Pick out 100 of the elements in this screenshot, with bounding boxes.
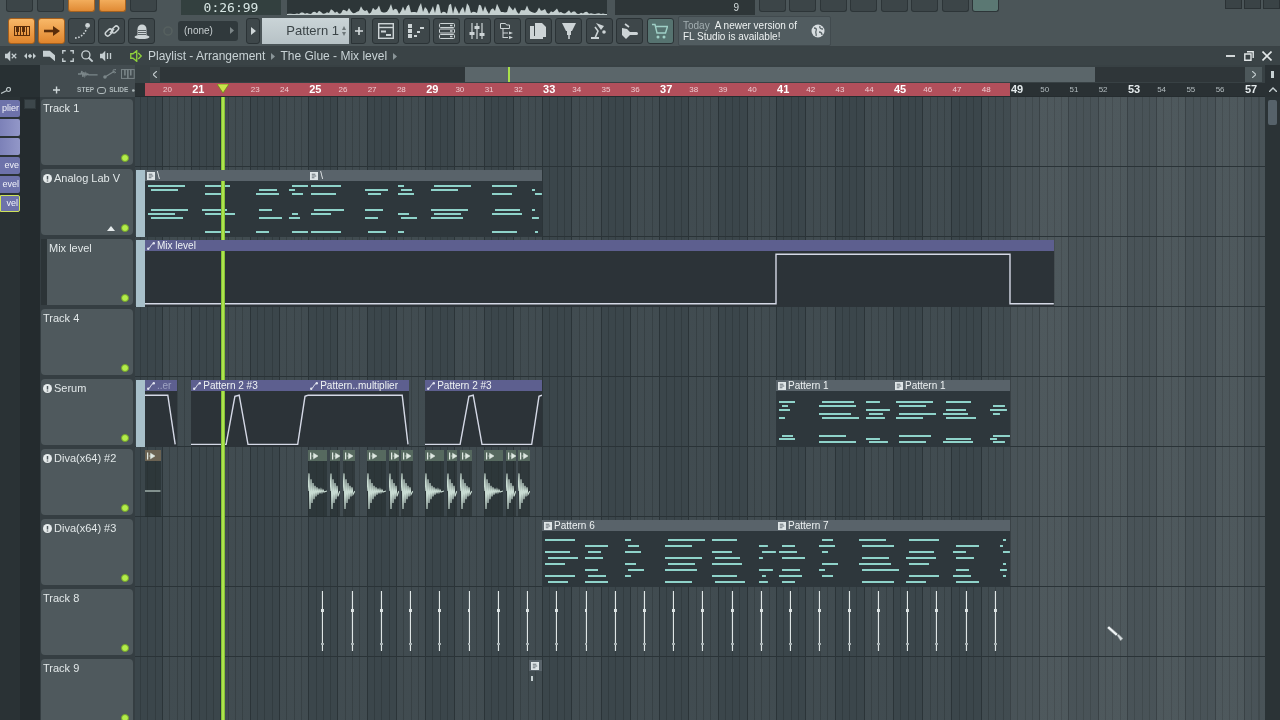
marker-line-icon[interactable]: [701, 591, 705, 651]
marker-line-icon[interactable]: [993, 591, 997, 651]
zoom-icon[interactable]: [80, 50, 94, 62]
triangle-up-icon[interactable]: [107, 225, 115, 231]
browser-item[interactable]: eve: [0, 157, 20, 174]
marker-line-icon[interactable]: [613, 591, 617, 651]
audio-clip[interactable]: [505, 450, 516, 517]
clip-header[interactable]: \: [308, 170, 543, 181]
marker-line-icon[interactable]: [847, 591, 851, 651]
audio-clip[interactable]: [308, 450, 328, 517]
marker-line-icon[interactable]: [643, 591, 646, 651]
track-header[interactable]: Track 8: [41, 589, 133, 655]
track-header[interactable]: Track 9: [41, 659, 133, 720]
scroll-right-button[interactable]: [1245, 66, 1262, 82]
marker-line-icon[interactable]: [789, 591, 793, 651]
toolbar-button[interactable]: [646, 17, 674, 44]
preset-dropdown[interactable]: (none): [178, 20, 238, 41]
restore-icon[interactable]: [1244, 51, 1254, 61]
audio-clip[interactable]: [388, 450, 399, 517]
track-enable-led[interactable]: [121, 504, 129, 512]
audio-clip[interactable]: [145, 450, 161, 517]
pattern-clip[interactable]: Pattern 1: [776, 380, 893, 447]
breadcrumb-text[interactable]: The Glue - Mix level: [280, 49, 388, 63]
curve-nodes-icon[interactable]: [102, 69, 117, 79]
toolbar-button[interactable]: [68, 17, 95, 44]
automation-clip[interactable]: Mix level: [136, 240, 1054, 307]
marker-line-icon[interactable]: [876, 591, 880, 651]
clip-header[interactable]: [308, 450, 328, 461]
toolbar-button[interactable]: [616, 17, 643, 44]
track-header[interactable]: Diva(x64) #3: [41, 519, 133, 585]
pattern-clip[interactable]: [528, 660, 543, 681]
clip-header[interactable]: [388, 450, 399, 461]
fullscreen-icon[interactable]: [61, 50, 75, 62]
pattern-clip[interactable]: \: [308, 170, 543, 237]
play-button[interactable]: [246, 17, 260, 44]
clip-header[interactable]: [401, 450, 414, 461]
clip-header[interactable]: [505, 450, 516, 461]
vertical-scrollbar[interactable]: [1265, 97, 1280, 720]
pattern-clip[interactable]: Pattern 6: [542, 520, 776, 587]
track-header[interactable]: Analog Lab V: [41, 169, 133, 235]
close-icon[interactable]: [1262, 51, 1272, 61]
clip-header[interactable]: Pattern 1: [776, 380, 893, 391]
marker-line-icon[interactable]: [379, 591, 383, 651]
marker-line-icon[interactable]: [935, 591, 939, 651]
browser-item[interactable]: plier: [0, 100, 20, 117]
track-enable-led[interactable]: [121, 434, 129, 442]
speaker-pause-icon[interactable]: [99, 50, 113, 62]
speaker-mute-icon[interactable]: [4, 50, 18, 62]
clip-header[interactable]: [459, 450, 472, 461]
audio-clip[interactable]: [518, 450, 531, 517]
toolbar-button[interactable]: [402, 17, 430, 44]
automation-clip[interactable]: Pattern..multiplier: [308, 380, 410, 447]
toolbar-button[interactable]: [585, 17, 613, 44]
track-header[interactable]: Diva(x64) #2: [41, 449, 133, 515]
toolbar-button[interactable]: [555, 17, 582, 44]
add-pattern-button[interactable]: [351, 17, 366, 44]
clip-header[interactable]: \: [145, 170, 309, 181]
pattern-selector[interactable]: Pattern 1: [262, 17, 349, 44]
chevron-right-icon[interactable]: [393, 52, 398, 60]
automation-clip[interactable]: Pattern 2 #3: [425, 380, 543, 447]
audio-clip[interactable]: [330, 450, 341, 517]
notification-panel[interactable]: Today A newer version of FL Studio is available!: [678, 15, 831, 46]
toolbar-button[interactable]: [8, 17, 35, 44]
wedge-icon[interactable]: [42, 50, 56, 62]
marker-line-icon[interactable]: [730, 591, 734, 651]
clip-header[interactable]: [447, 450, 457, 461]
automation-clip[interactable]: Pattern 2 #3: [191, 380, 309, 447]
track-enable-led[interactable]: [121, 294, 129, 302]
clip-header[interactable]: Pattern 7: [776, 520, 1010, 531]
track-header[interactable]: Track 4: [41, 309, 133, 375]
pattern-clip[interactable]: Pattern 7: [776, 520, 1010, 587]
browser-item[interactable]: vel: [0, 195, 20, 212]
clip-header[interactable]: [366, 450, 386, 461]
marker-line-icon[interactable]: [321, 591, 325, 651]
scroll-thumb[interactable]: [465, 66, 1095, 82]
audio-clip[interactable]: [366, 450, 386, 517]
toolbar-button[interactable]: [463, 17, 491, 44]
toolbar-button[interactable]: [524, 17, 552, 44]
marker-line-icon[interactable]: [350, 591, 354, 651]
clip-header[interactable]: Mix level: [145, 240, 1054, 251]
marker-line-icon[interactable]: [526, 591, 529, 651]
audio-clip[interactable]: [425, 450, 445, 517]
toolbar-button[interactable]: [38, 17, 65, 44]
track-enable-led[interactable]: [121, 714, 129, 720]
track-enable-led[interactable]: [121, 364, 129, 372]
clip-header[interactable]: Pattern 2 #3: [191, 380, 309, 391]
marker-line-icon[interactable]: [438, 591, 442, 651]
clip-header[interactable]: [528, 660, 543, 671]
track-header[interactable]: Track 1: [41, 99, 133, 165]
clip-header[interactable]: Pattern 1: [893, 380, 1010, 391]
marker-line-icon[interactable]: [759, 591, 763, 651]
track-header[interactable]: Serum: [41, 379, 133, 445]
marker-line-icon[interactable]: [584, 591, 588, 651]
track-enable-led[interactable]: [121, 154, 129, 162]
toolbar-button[interactable]: [372, 17, 399, 44]
scroll-thumb[interactable]: [1268, 100, 1277, 125]
pattern-clip[interactable]: \: [136, 170, 309, 237]
timeline-ruler[interactable]: 20 21 23 24 25 26 27 28 29 30 31 32 33 34 35 36 37 38 39 40 41 42 43 44 45 46 47 48 49 50 51 52 53 54 55 56 57: [135, 83, 1265, 97]
clip-header[interactable]: [145, 450, 161, 461]
marker-line-icon[interactable]: [964, 591, 968, 651]
